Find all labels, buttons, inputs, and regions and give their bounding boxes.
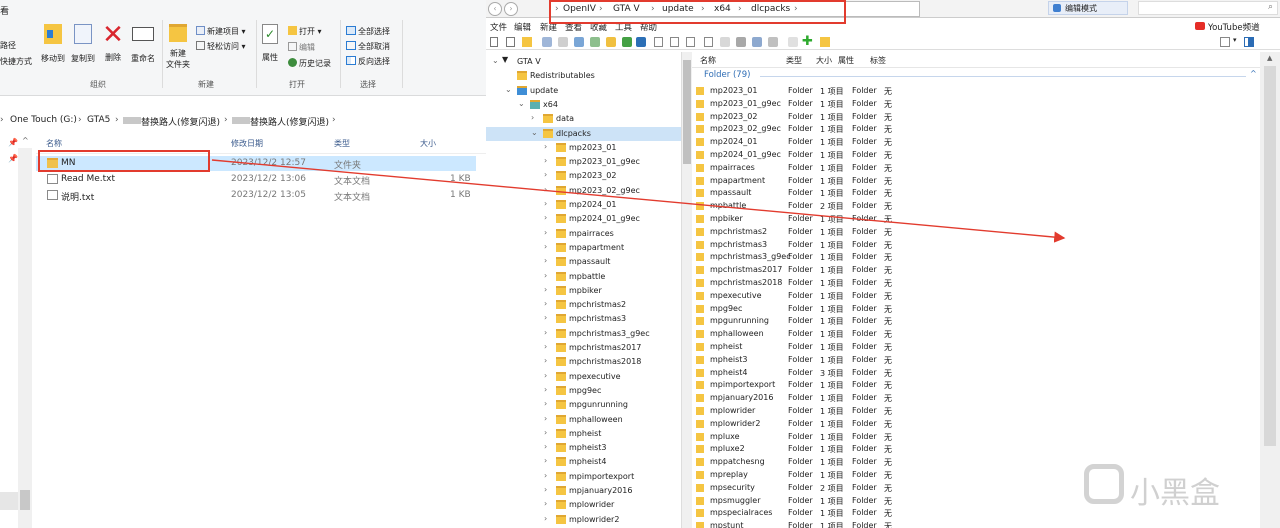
annotation-arrow [211, 159, 1066, 243]
